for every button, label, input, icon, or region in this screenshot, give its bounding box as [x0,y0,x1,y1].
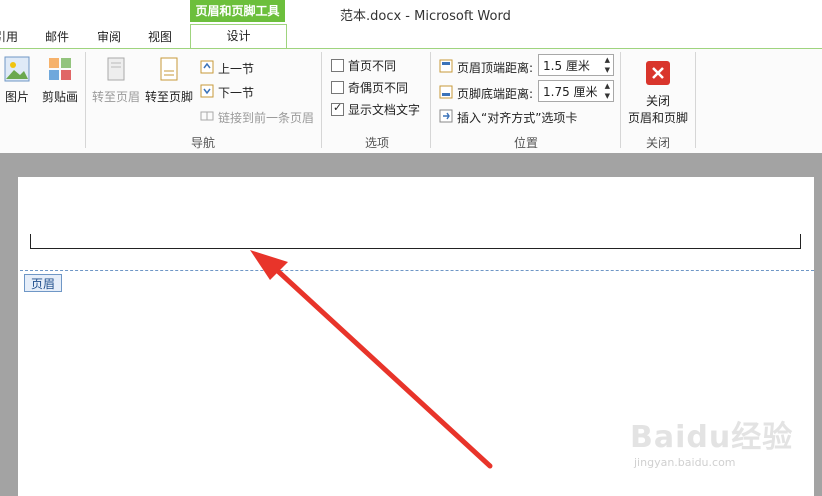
watermark-brand: Baidu经验 [630,420,794,455]
watermark-url: jingyan.baidu.com [634,456,736,469]
baidu-watermark: Baidu经验 jingyan.baidu.com [630,412,793,469]
